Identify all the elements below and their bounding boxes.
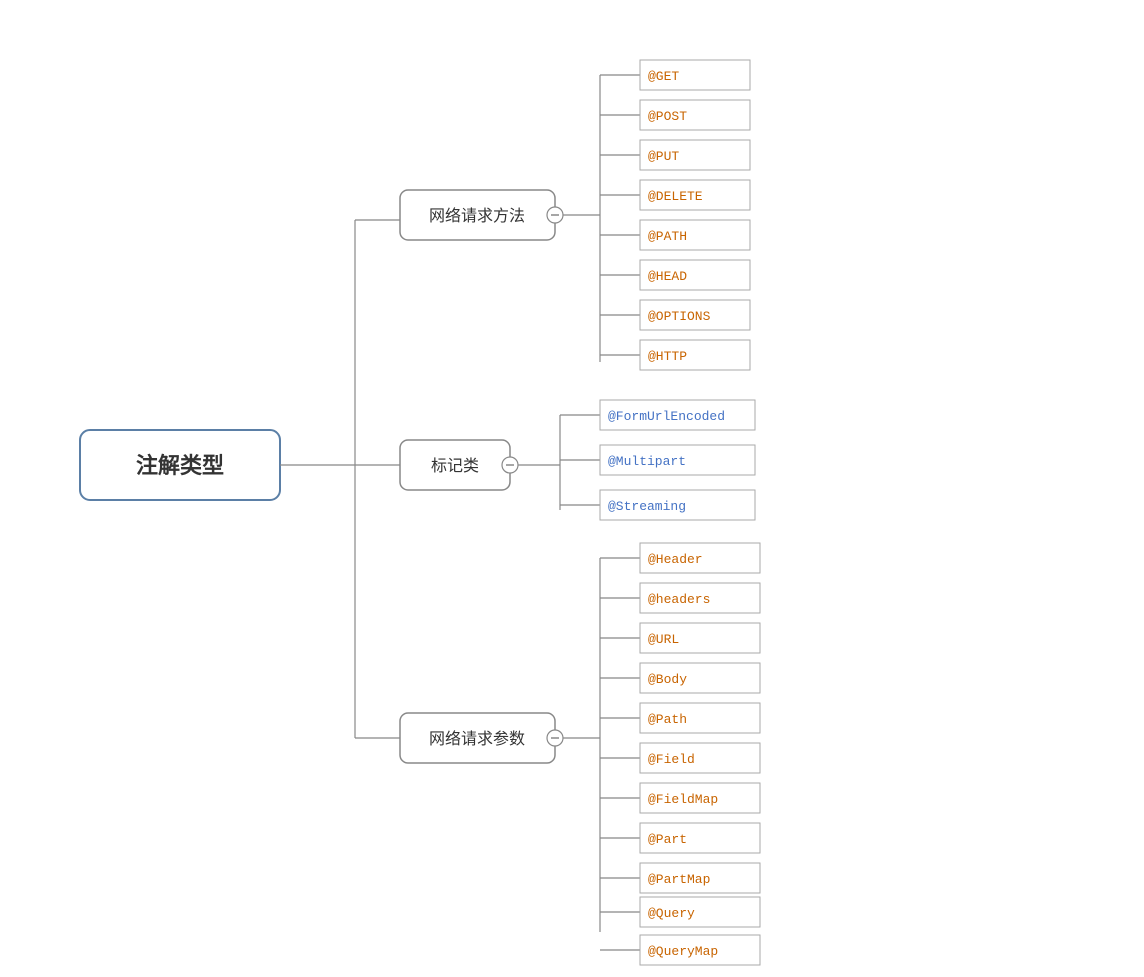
- leaf-querymap: @QueryMap: [648, 944, 718, 959]
- leaf-get: @GET: [648, 69, 679, 84]
- leaf-post: @POST: [648, 109, 687, 124]
- leaf-path: @PATH: [648, 229, 687, 244]
- mindmap-diagram: 注解类型 网络请求方法 @GET @POST @PUT @DELETE @PAT…: [0, 0, 1144, 972]
- branch3-label: 网络请求参数: [429, 729, 525, 748]
- branch1-label: 网络请求方法: [429, 206, 525, 225]
- leaf-put: @PUT: [648, 149, 679, 164]
- leaf-part: @Part: [648, 832, 687, 847]
- leaf-streaming: @Streaming: [608, 499, 686, 514]
- leaf-multipart: @Multipart: [608, 454, 686, 469]
- leaf-delete: @DELETE: [648, 189, 703, 204]
- root-label: 注解类型: [136, 453, 224, 478]
- leaf-pathp: @Path: [648, 712, 687, 727]
- branch2-label: 标记类: [431, 457, 479, 475]
- leaf-field: @Field: [648, 752, 695, 767]
- leaf-head: @HEAD: [648, 269, 687, 284]
- leaf-partmap: @PartMap: [648, 872, 710, 887]
- leaf-query: @Query: [648, 906, 695, 921]
- leaf-fieldmap: @FieldMap: [648, 792, 718, 807]
- leaf-formurlen: @FormUrlEncoded: [608, 409, 725, 424]
- leaf-headers: @headers: [648, 592, 710, 607]
- leaf-body: @Body: [648, 672, 687, 687]
- leaf-http: @HTTP: [648, 349, 687, 364]
- leaf-header: @Header: [648, 552, 703, 567]
- leaf-url: @URL: [648, 632, 679, 647]
- leaf-options: @OPTIONS: [648, 309, 711, 324]
